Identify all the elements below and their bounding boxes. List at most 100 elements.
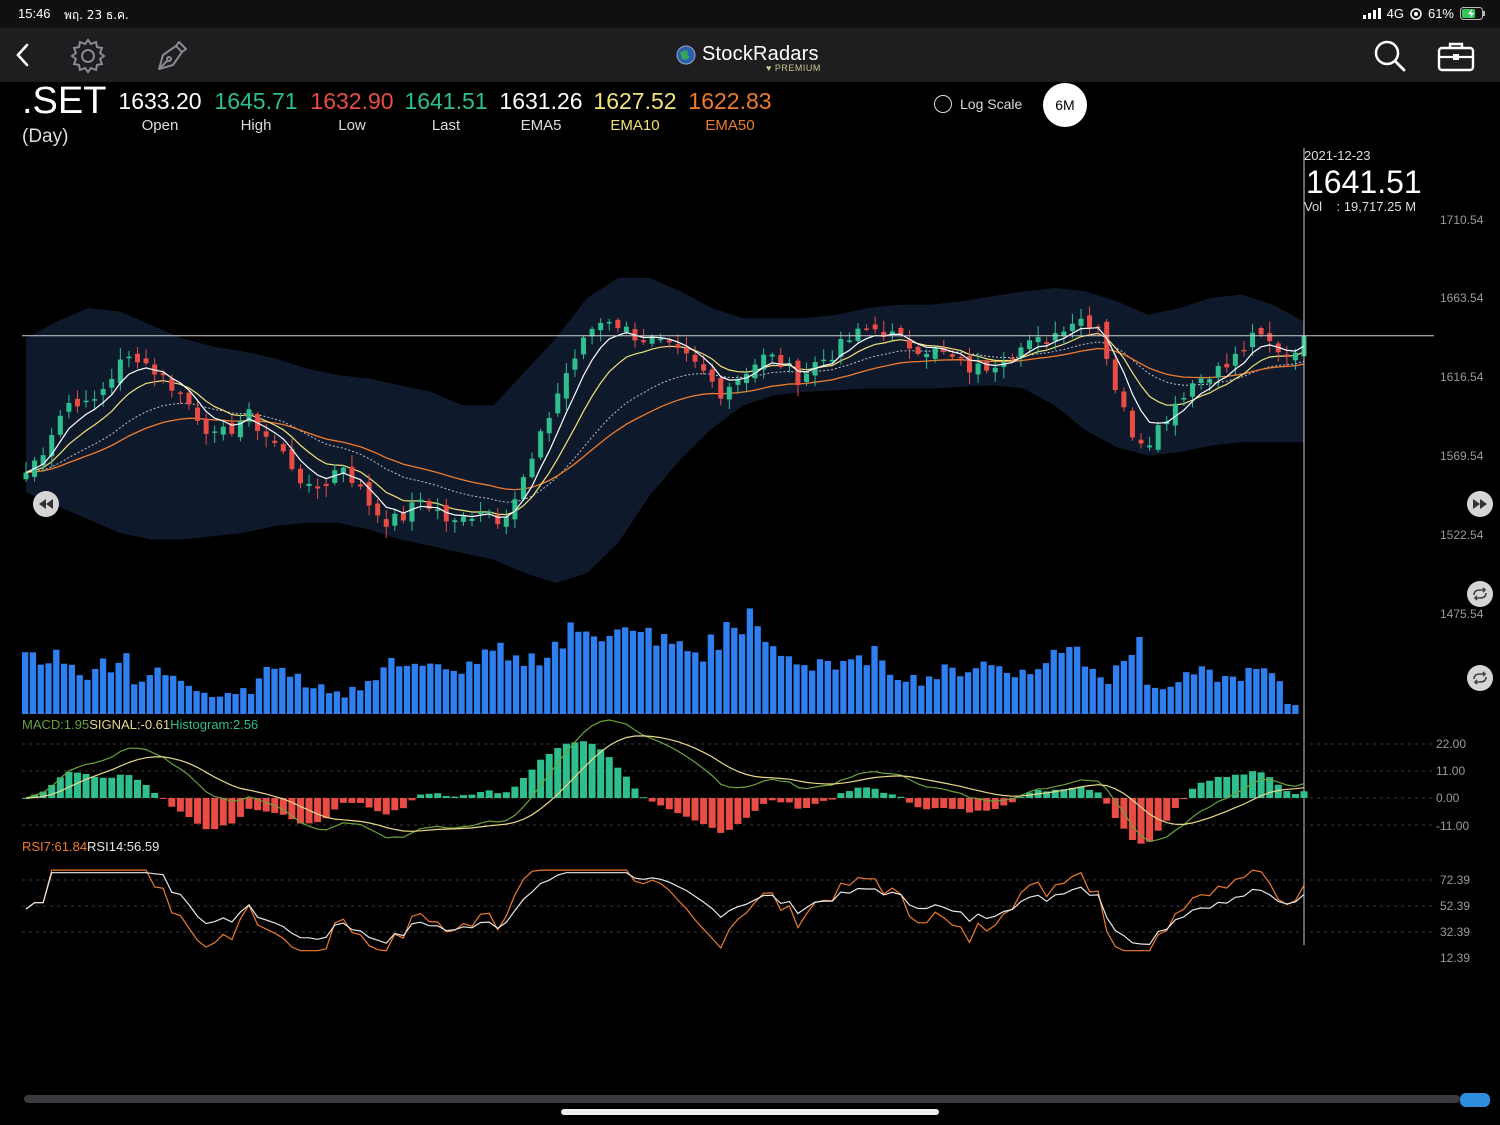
volume-bar (629, 630, 637, 714)
candle (1044, 342, 1050, 345)
volume-bar (1151, 687, 1159, 714)
gear-icon (70, 38, 106, 74)
rewind-button[interactable] (33, 491, 59, 517)
volume-bar (567, 622, 574, 714)
histogram-bar (1017, 797, 1025, 799)
volume-bar (247, 693, 255, 714)
histogram-bar (923, 798, 931, 810)
candle (778, 354, 784, 367)
status-date: พฤ. 23 ธ.ค. (64, 8, 129, 22)
volume-bar (411, 663, 418, 714)
histogram-bar (605, 757, 613, 798)
histogram-bar (1077, 786, 1085, 798)
volume-bar (972, 668, 979, 714)
price-chart[interactable] (0, 140, 1500, 970)
volume-bar (551, 641, 559, 714)
histogram-label: Histogram:2.56 (170, 717, 259, 732)
sync-price-button[interactable] (1467, 581, 1493, 607)
candle (1250, 332, 1256, 348)
chart-scrollbar[interactable] (24, 1095, 1460, 1103)
log-scale-toggle[interactable]: Log Scale (934, 95, 1022, 113)
volume-bar (777, 655, 785, 714)
volume-bar (279, 667, 286, 714)
draw-button[interactable] (150, 34, 194, 78)
volume-bar (177, 680, 185, 714)
symbol-title: .SET (22, 80, 107, 122)
search-icon (1374, 40, 1406, 72)
histogram-bar (622, 776, 630, 798)
volume-bar (1081, 666, 1089, 714)
volume-bar (170, 675, 177, 714)
back-button[interactable] (6, 38, 40, 72)
quote-label-last: Last (431, 117, 461, 134)
volume-bar (957, 676, 964, 714)
fast-forward-icon (1473, 499, 1487, 509)
candle (392, 513, 398, 526)
price-tick-label: 1522.54 (1440, 528, 1484, 542)
volume-bar (754, 626, 761, 714)
histogram-bar (871, 788, 879, 798)
volume-bar (863, 665, 870, 714)
signal-icon (1362, 8, 1381, 19)
histogram-bar (194, 798, 202, 824)
quote-value-low: 1632.90 (310, 88, 394, 114)
price-tick-label: 1616.54 (1440, 370, 1484, 384)
app-tier: ♥ PREMIUM (766, 63, 821, 73)
home-indicator[interactable] (561, 1109, 939, 1115)
histogram-bar (1223, 777, 1231, 798)
histogram-bar (597, 749, 605, 798)
volume-bar (318, 684, 325, 714)
candle (701, 364, 707, 371)
volume-bar (738, 634, 746, 714)
histogram-bar (1154, 798, 1162, 831)
volume-bar (396, 666, 403, 714)
location-icon (1410, 7, 1422, 20)
volume-bar (458, 673, 465, 714)
histogram-bar (511, 786, 519, 798)
volume-bar (614, 629, 621, 714)
histogram-bar (365, 798, 373, 808)
candle (349, 466, 355, 484)
volume-bar (676, 641, 683, 714)
volume-bar (442, 669, 450, 714)
range-button[interactable]: 6M (1043, 83, 1087, 127)
histogram-bar (1180, 798, 1188, 799)
volume-bar (1074, 646, 1081, 714)
histogram-bar (331, 798, 339, 810)
histogram-bar (425, 793, 433, 798)
portfolio-button[interactable] (1434, 36, 1478, 76)
log-scale-label: Log Scale (960, 96, 1023, 112)
rsi-tick-label: 32.39 (1440, 925, 1471, 939)
volume-bar (232, 694, 239, 714)
candle (932, 348, 938, 359)
histogram-bar (185, 798, 193, 818)
histogram-bar (142, 784, 150, 798)
volume-bar (1050, 649, 1057, 714)
candle (1147, 445, 1153, 448)
scrollbar-thumb[interactable] (1460, 1093, 1490, 1107)
quote-value-ema50: 1622.83 (688, 88, 772, 114)
histogram-bar (537, 759, 545, 798)
sync-volume-button[interactable] (1467, 665, 1493, 691)
volume-bar (505, 660, 512, 714)
histogram-bar (640, 797, 648, 799)
settings-button[interactable] (66, 34, 110, 78)
candle (1009, 357, 1015, 360)
volume-bar (489, 650, 496, 714)
candle (486, 511, 492, 513)
rsi-tick-label: 12.39 (1440, 951, 1471, 965)
volume-bar (286, 676, 294, 714)
search-button[interactable] (1370, 36, 1410, 76)
candle (949, 354, 955, 357)
volume-bar (154, 667, 161, 714)
forward-button[interactable] (1467, 491, 1493, 517)
histogram-bar (1206, 780, 1214, 798)
price-tick-label: 1710.54 (1440, 213, 1484, 227)
candle (581, 337, 587, 355)
histogram-bar (65, 771, 73, 798)
candle (666, 340, 672, 343)
volume-bar (1261, 668, 1268, 714)
volume-bar (60, 663, 68, 714)
macd-tick-label: 22.00 (1436, 737, 1467, 751)
nav-bar: StockRadars ♥ PREMIUM (0, 28, 1500, 82)
